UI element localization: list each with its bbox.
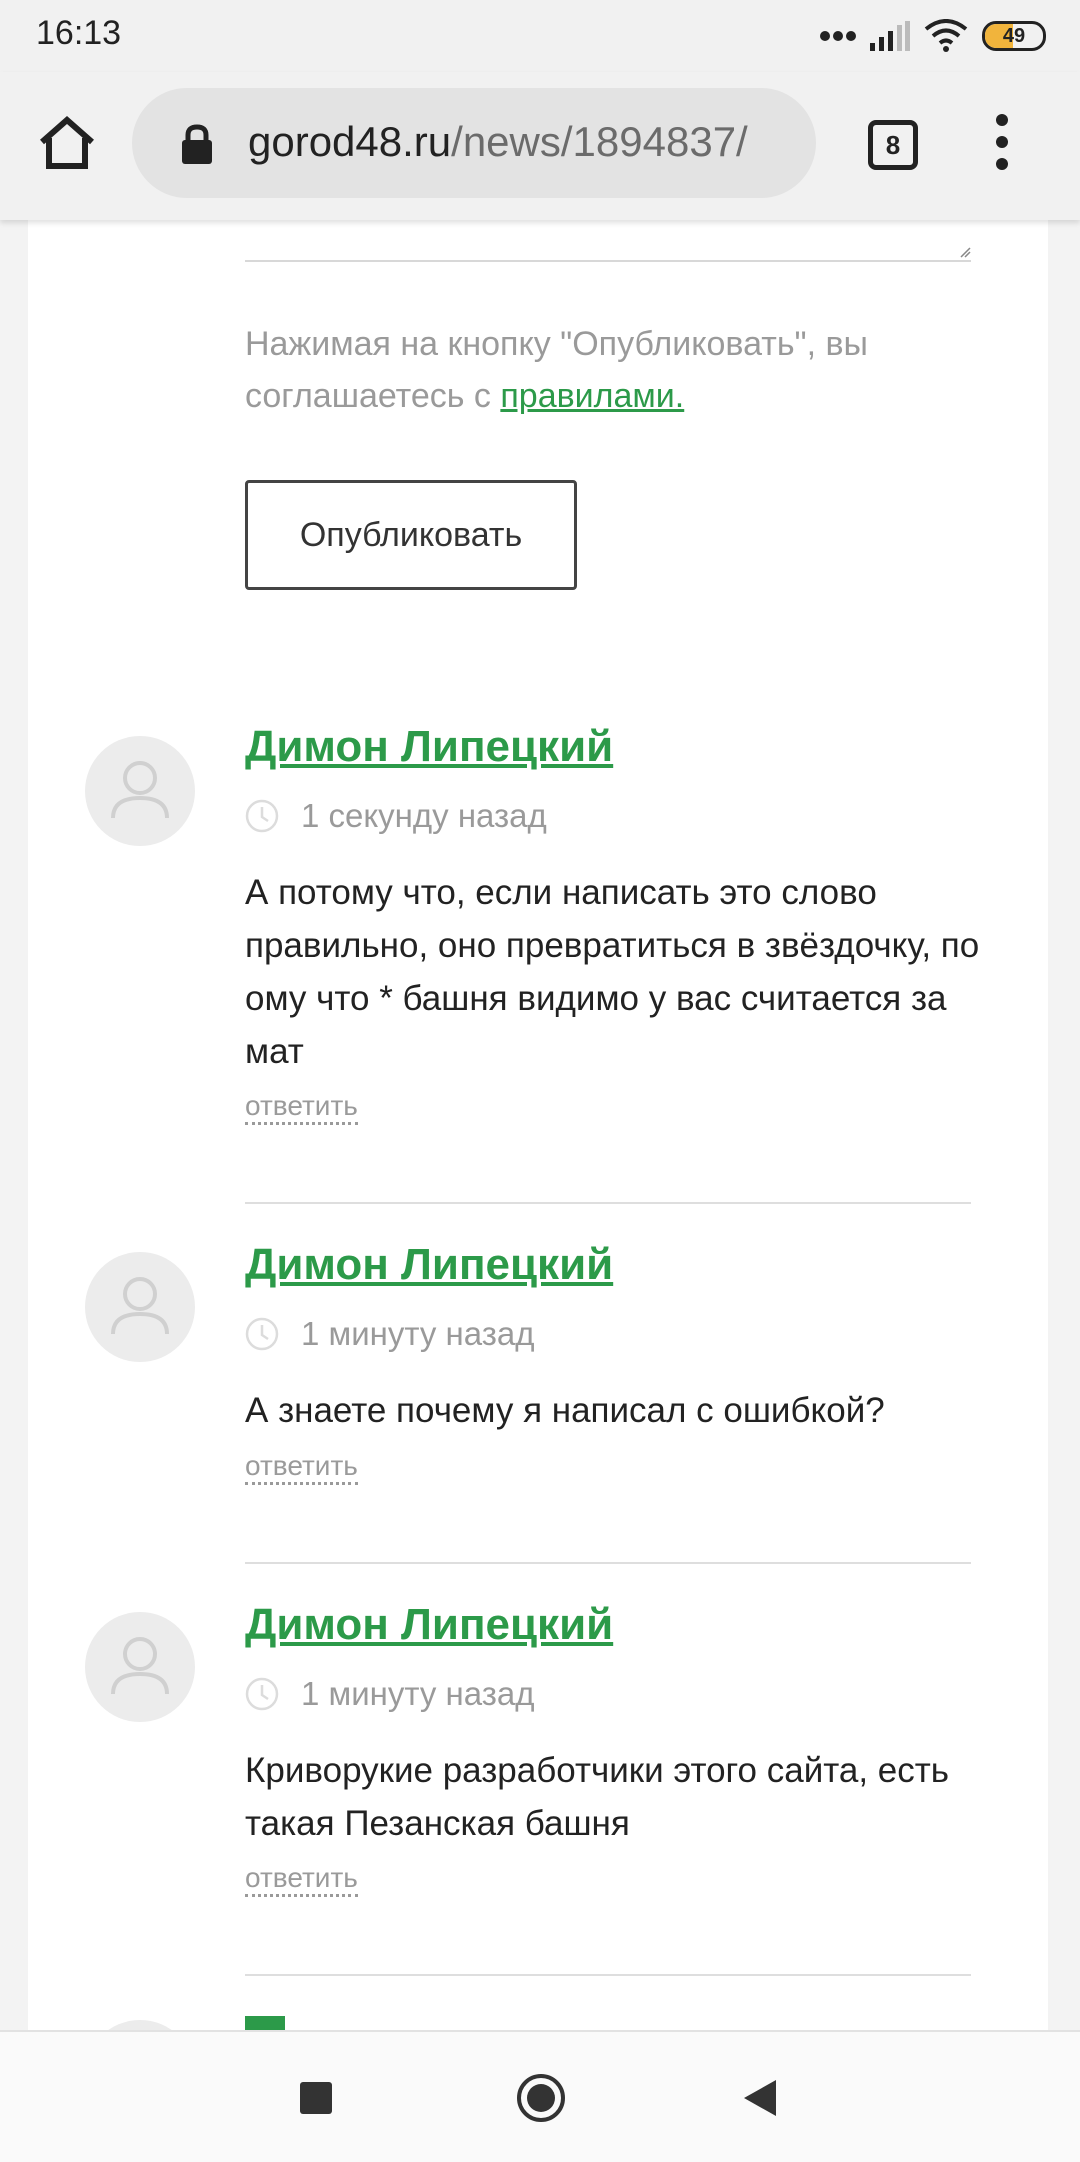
divider (245, 1562, 971, 1564)
comment-author[interactable]: Димон Липецкий (245, 1240, 613, 1290)
lock-icon (182, 124, 212, 164)
url-domain: gorod48.ru (248, 118, 452, 165)
clock-icon (245, 799, 279, 833)
avatar (85, 1252, 195, 1362)
comment-author-partial[interactable] (245, 2016, 285, 2030)
reply-link[interactable]: ответить (245, 1450, 358, 1485)
comment-author[interactable]: Димон Липецкий (245, 722, 613, 772)
comment-meta: 1 секунду назад (245, 796, 547, 836)
avatar (85, 2020, 195, 2030)
divider (245, 1202, 971, 1204)
user-icon (111, 1637, 169, 1695)
consent-text: Нажимая на кнопку "Опубликовать", вы сог… (245, 318, 985, 422)
comment-time: 1 секунду назад (301, 797, 547, 834)
navigation-bar (0, 2030, 1080, 2162)
signal-dots-icon (820, 31, 856, 41)
status-icons: 49 (820, 14, 1046, 58)
url-text[interactable]: gorod48.ru/news/1894837/ (248, 118, 808, 166)
comment-text: А знаете почему я написал с ошибкой? (245, 1391, 885, 1430)
user-icon (111, 761, 169, 819)
rules-link[interactable]: правилами. (500, 377, 684, 415)
clock-icon (245, 1677, 279, 1711)
comment-text: А потому что, если написать это слово пр… (245, 873, 980, 1071)
publish-button[interactable]: Опубликовать (245, 480, 577, 590)
home-circle-icon[interactable] (515, 2072, 567, 2124)
wifi-icon (924, 19, 968, 52)
reply-link[interactable]: ответить (245, 1090, 358, 1125)
comment-meta: 1 минуту назад (245, 1314, 534, 1354)
back-icon[interactable] (742, 2078, 778, 2118)
tab-count: 8 (885, 129, 901, 160)
reply-link[interactable]: ответить (245, 1862, 358, 1897)
battery-indicator: 49 (982, 21, 1046, 51)
status-bar: 16:13 49 (0, 0, 1080, 72)
avatar (85, 736, 195, 846)
page-content: Нажимая на кнопку "Опубликовать", вы сог… (28, 220, 1048, 2030)
menu-icon[interactable] (990, 114, 1014, 178)
comment-textarea[interactable] (245, 220, 971, 262)
clock-icon (245, 1317, 279, 1351)
recents-icon[interactable] (300, 2082, 332, 2114)
comment-time: 1 минуту назад (301, 1315, 535, 1352)
tabs-button[interactable]: 8 (868, 120, 918, 170)
resize-grip-icon[interactable] (959, 246, 971, 258)
avatar (85, 1612, 195, 1722)
cellular-signal-icon (870, 21, 910, 51)
comment-author[interactable]: Димон Липецкий (245, 1600, 613, 1650)
url-path: /news/1894837/ (451, 118, 748, 165)
address-bar[interactable]: gorod48.ru/news/1894837/ (132, 88, 816, 198)
browser-toolbar: gorod48.ru/news/1894837/ 8 (0, 72, 1080, 220)
status-time: 16:13 (36, 14, 122, 52)
comment-text: Криворукие разработчики этого сайта, ест… (245, 1751, 950, 1843)
battery-level-text: 49 (1002, 24, 1026, 47)
home-icon[interactable] (36, 112, 98, 174)
comment-time: 1 минуту назад (301, 1675, 535, 1712)
comment-meta: 1 минуту назад (245, 1674, 534, 1714)
user-icon (111, 1277, 169, 1335)
divider (245, 1974, 971, 1976)
